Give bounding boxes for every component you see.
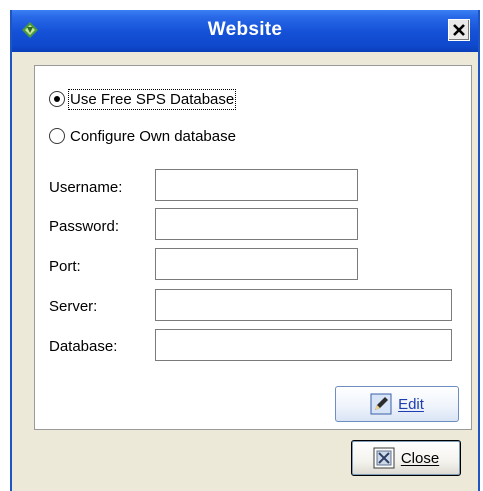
server-label: Server:	[49, 298, 98, 315]
close-button-label: Close	[400, 449, 440, 467]
username-field[interactable]	[155, 169, 358, 201]
close-button[interactable]: Close	[351, 440, 461, 476]
window-close-button[interactable]	[448, 19, 470, 41]
database-field[interactable]	[155, 329, 452, 361]
username-label: Username:	[49, 179, 123, 196]
radio-selected-dot	[54, 96, 60, 102]
radio-button[interactable]	[49, 128, 65, 144]
radio-configure-own-database[interactable]: Configure Own database	[49, 125, 236, 147]
radio-label: Use Free SPS Database	[67, 88, 237, 110]
radio-label: Configure Own database	[70, 127, 236, 145]
database-label: Database:	[49, 338, 118, 355]
edit-button-label: Edit	[398, 395, 424, 413]
radio-use-free-database[interactable]: Use Free SPS Database	[49, 88, 237, 110]
password-label: Password:	[49, 218, 120, 235]
close-grid-icon	[373, 447, 395, 469]
title-bar[interactable]: Website	[12, 10, 478, 52]
server-field[interactable]	[155, 289, 452, 321]
edit-button[interactable]: Edit	[335, 386, 459, 422]
window-title: Website	[207, 19, 283, 40]
settings-panel: Use Free SPS Database Configure Own data…	[34, 65, 472, 430]
pencil-icon	[370, 393, 392, 415]
port-field[interactable]	[155, 248, 358, 280]
website-dialog: Website Use Free SPS Database Configure …	[10, 10, 480, 491]
radio-button[interactable]	[49, 91, 65, 107]
close-icon	[453, 24, 465, 36]
password-field[interactable]	[155, 208, 358, 240]
port-label: Port:	[49, 258, 81, 275]
